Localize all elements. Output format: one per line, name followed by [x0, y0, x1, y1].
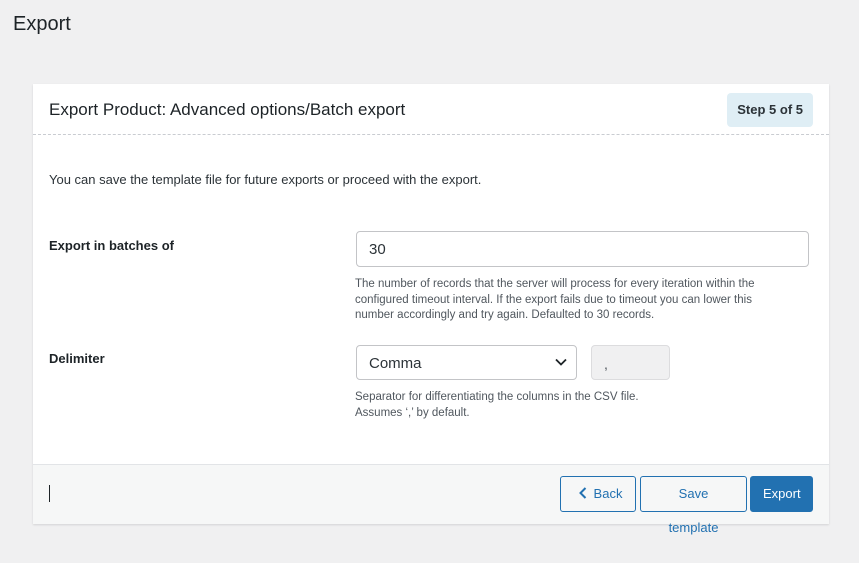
delimiter-help: Separator for differentiating the column… — [355, 390, 639, 421]
card-header: Export Product: Advanced options/Batch e… — [33, 84, 829, 135]
card-title: Export Product: Advanced options/Batch e… — [49, 100, 406, 119]
delimiter-select[interactable]: Comma — [356, 345, 577, 380]
export-card: Export Product: Advanced options/Batch e… — [33, 84, 829, 535]
batch-size-help: The number of records that the server wi… — [355, 277, 754, 324]
delimiter-help-line: Assumes ‘,’ by default. — [355, 406, 470, 419]
batch-help-line: The number of records that the server wi… — [355, 278, 755, 290]
save-template-button[interactable]: Save template — [640, 476, 747, 535]
intro-text: You can save the template file for futur… — [49, 172, 482, 187]
page-title: Export — [13, 13, 71, 35]
delimiter-value-field: , — [591, 345, 670, 380]
delimiter-help-line: Separator for differentiating the column… — [355, 391, 639, 403]
back-button[interactable]: Back — [560, 476, 636, 512]
back-button-label: Back — [593, 486, 623, 501]
card-footer: Back Save template Export — [33, 464, 829, 535]
text-cursor — [49, 485, 50, 502]
batch-size-label: Export in batches of — [49, 238, 174, 253]
delimiter-label: Delimiter — [49, 351, 105, 366]
chevron-down-icon — [555, 358, 567, 366]
batch-help-line: number accordingly and try again. Defaul… — [355, 309, 655, 321]
chevron-left-icon — [578, 487, 586, 499]
batch-help-line: configured timeout interval. If the expo… — [355, 293, 752, 306]
delimiter-selected-value: Comma — [369, 355, 422, 372]
batch-size-input[interactable] — [356, 231, 809, 267]
export-button[interactable]: Export — [750, 476, 813, 512]
step-badge: Step 5 of 5 — [727, 93, 813, 127]
